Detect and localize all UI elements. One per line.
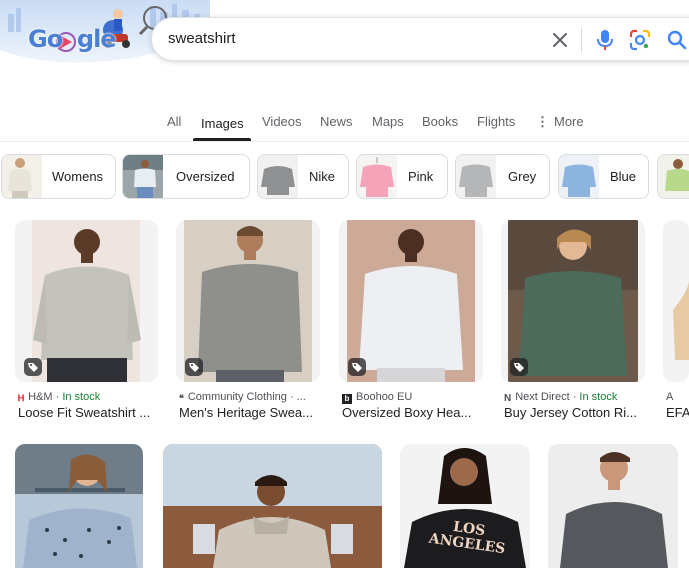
product-tag-icon <box>185 358 203 376</box>
chip-grey[interactable]: Grey <box>455 154 550 199</box>
google-lens-icon[interactable] <box>629 29 651 51</box>
search-box[interactable]: sweatshirt <box>151 17 689 61</box>
chip-thumbnail <box>2 155 42 198</box>
chip-womens[interactable]: Womens <box>1 154 116 199</box>
clear-icon[interactable] <box>550 30 570 50</box>
more-vert-icon: ⋮ <box>536 114 549 129</box>
tab-images[interactable]: Images <box>201 116 244 131</box>
tab-maps[interactable]: Maps <box>372 114 404 129</box>
chip-more-cutoff[interactable] <box>657 154 689 199</box>
image-result-card[interactable]: LOS ANGELES <box>400 444 530 568</box>
tab-more[interactable]: ⋮ More <box>536 114 584 130</box>
chip-label: Nike <box>309 169 336 184</box>
result-source: ❝ Community Clothing · ... <box>179 391 320 403</box>
chip-pink[interactable]: Pink <box>356 154 448 199</box>
search-divider <box>581 27 582 53</box>
result-source: A <box>666 391 689 403</box>
result-title[interactable]: Loose Fit Sweatshirt ... <box>18 405 156 420</box>
result-title[interactable]: Buy Jersey Cotton Ri... <box>504 405 643 420</box>
chip-thumbnail <box>123 155 163 198</box>
product-tag-icon <box>510 358 528 376</box>
chip-label: Blue <box>610 169 637 184</box>
image-result-card[interactable] <box>15 444 143 568</box>
result-image[interactable] <box>15 444 143 568</box>
chip-nike[interactable]: Nike <box>257 154 349 199</box>
search-icon[interactable] <box>666 29 688 51</box>
stock-status: In stock <box>62 391 101 403</box>
tab-flights[interactable]: Flights <box>477 114 515 129</box>
result-image[interactable] <box>663 220 689 382</box>
tab-books[interactable]: Books <box>422 114 458 129</box>
tab-news[interactable]: News <box>320 114 353 129</box>
image-result-card[interactable]: N Next Direct · In stock Buy Jersey Cotto… <box>501 220 645 420</box>
result-image[interactable] <box>548 444 678 568</box>
product-tag-icon <box>348 358 366 376</box>
boohoo-favicon-icon: b <box>342 394 352 404</box>
result-title[interactable]: Oversized Boxy Hea... <box>342 405 481 420</box>
image-result-card[interactable]: b Boohoo EU Oversized Boxy Hea... <box>339 220 483 420</box>
source-name: Community Clothing · ... <box>187 391 306 403</box>
chip-oversized[interactable]: Oversized <box>122 154 250 199</box>
product-tag-icon <box>24 358 42 376</box>
result-source: N Next Direct · In stock <box>504 391 618 403</box>
tab-videos[interactable]: Videos <box>262 114 302 129</box>
chip-thumbnail <box>559 155 599 198</box>
source-name: H&M <box>28 391 53 403</box>
source-name: Boohoo EU <box>356 391 413 403</box>
search-input[interactable]: sweatshirt <box>168 30 236 47</box>
result-source: b Boohoo EU <box>342 391 483 404</box>
result-image[interactable] <box>163 444 382 568</box>
chip-thumbnail <box>658 155 689 198</box>
source-name: A <box>666 391 674 403</box>
community-clothing-favicon-icon: ❝ <box>179 393 184 403</box>
next-favicon-icon: N <box>504 393 512 403</box>
chip-thumbnail <box>357 155 397 198</box>
header: Go gle sweatshirt <box>0 0 689 80</box>
result-title[interactable]: Men's Heritage Swea... <box>179 405 318 420</box>
image-result-card[interactable] <box>548 444 678 568</box>
chip-label: Womens <box>52 169 104 184</box>
active-tab-indicator <box>193 138 251 141</box>
chip-label: Grey <box>508 169 537 184</box>
chip-label: Oversized <box>176 169 235 184</box>
chip-thumbnail <box>456 155 496 198</box>
source-name: Next Direct <box>515 391 570 403</box>
image-result-card-cutoff[interactable]: A EFA <box>663 220 689 420</box>
image-result-card[interactable]: ❝ Community Clothing · ... Men's Heritage… <box>176 220 320 420</box>
chip-label: Pink <box>408 169 434 184</box>
hm-favicon-icon: Ꮋ <box>18 393 25 403</box>
image-result-card[interactable]: Ꮋ H&M · In stock Loose Fit Sweatshirt ... <box>15 220 158 420</box>
search-tabs: All Images Videos News Maps Books Flight… <box>0 108 689 142</box>
chip-thumbnail <box>258 155 298 198</box>
stock-status: In stock <box>579 391 618 403</box>
result-title[interactable]: EFA <box>666 405 689 420</box>
result-source: Ꮋ H&M · In stock <box>18 391 101 403</box>
doodle-letters: Go gle <box>28 25 117 53</box>
chip-blue[interactable]: Blue <box>558 154 649 199</box>
microphone-icon[interactable] <box>595 29 615 51</box>
tab-more-label: More <box>554 114 584 129</box>
image-result-card[interactable] <box>163 444 382 568</box>
tab-all[interactable]: All <box>167 114 181 129</box>
